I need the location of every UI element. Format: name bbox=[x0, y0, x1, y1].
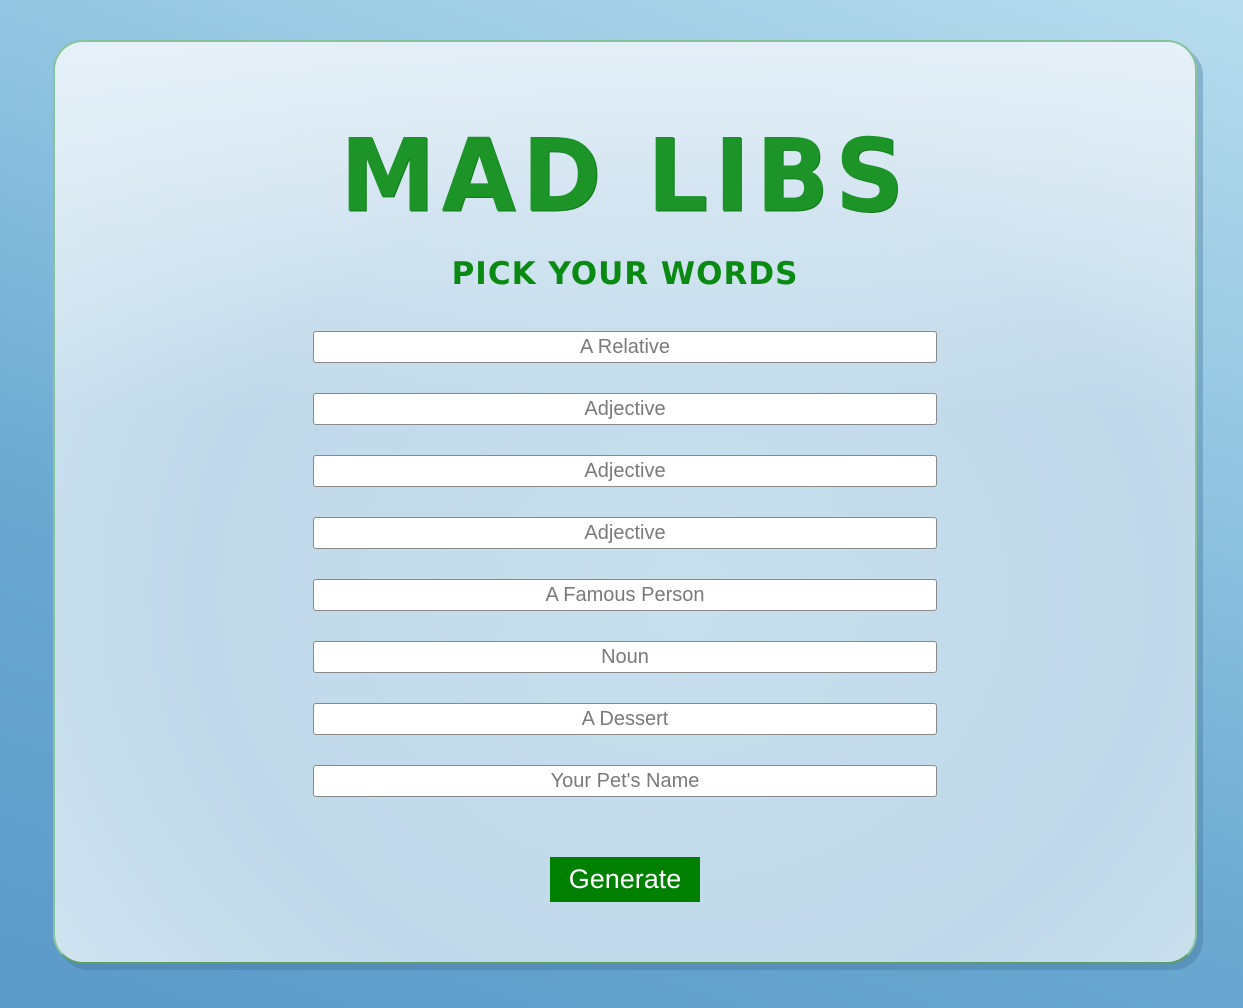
adjective-input-1[interactable] bbox=[313, 393, 937, 425]
page-subtitle: PICK YOUR WORDS bbox=[451, 256, 799, 292]
famous-person-input[interactable] bbox=[313, 579, 937, 611]
generate-button[interactable]: Generate bbox=[550, 857, 700, 902]
adjective-input-2[interactable] bbox=[313, 455, 937, 487]
pet-name-input[interactable] bbox=[313, 765, 937, 797]
dessert-input[interactable] bbox=[313, 703, 937, 735]
relative-input[interactable] bbox=[313, 331, 937, 363]
mad-libs-card: MAD LIBS PICK YOUR WORDS Generate bbox=[53, 40, 1197, 964]
word-form bbox=[313, 331, 937, 827]
adjective-input-3[interactable] bbox=[313, 517, 937, 549]
page-title: MAD LIBS bbox=[339, 117, 911, 235]
noun-input[interactable] bbox=[313, 641, 937, 673]
